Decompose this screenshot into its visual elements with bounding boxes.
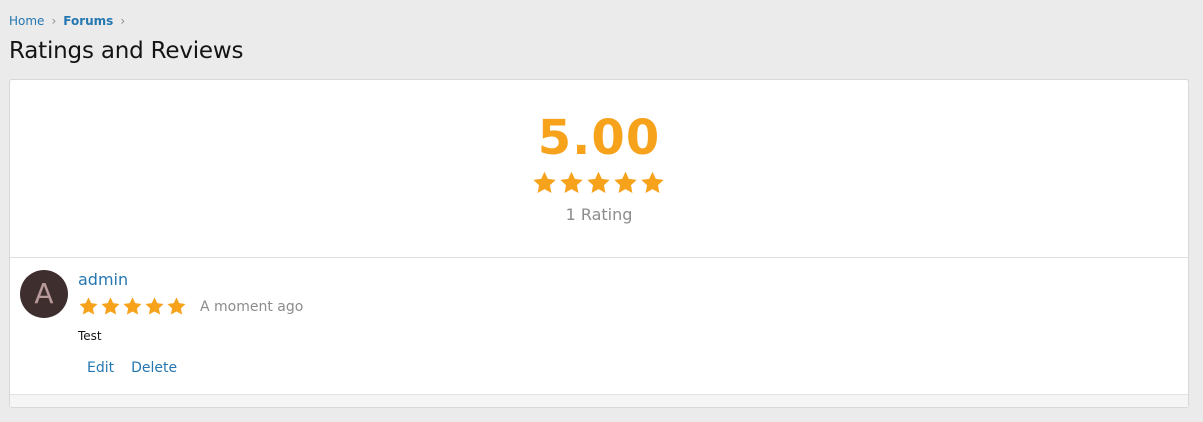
chevron-right-icon: › [51, 14, 57, 28]
star-icon [586, 170, 612, 196]
star-icon [559, 170, 585, 196]
review-item: A admin A moment ago Test Edit Delete [10, 258, 1188, 395]
star-icon [613, 170, 639, 196]
avatar[interactable]: A [20, 270, 68, 318]
average-rating: 5.00 [537, 110, 661, 166]
star-icon [532, 170, 558, 196]
star-icon [166, 296, 187, 317]
star-icon [78, 296, 99, 317]
block-footer [10, 394, 1188, 407]
edit-link[interactable]: Edit [87, 360, 114, 376]
review-username[interactable]: admin [78, 270, 128, 289]
review-text: Test [78, 329, 102, 343]
chevron-right-icon: › [120, 14, 126, 28]
star-icon [640, 170, 666, 196]
rating-count: 1 Rating [565, 205, 633, 224]
review-actions: Edit Delete [87, 360, 194, 376]
breadcrumb-home[interactable]: Home [9, 14, 44, 28]
review-star-rating [78, 296, 188, 317]
breadcrumb-forums[interactable]: Forums [63, 14, 113, 28]
summary-star-rating [532, 170, 667, 196]
delete-link[interactable]: Delete [131, 360, 177, 376]
page-title: Ratings and Reviews [9, 38, 244, 64]
breadcrumb: Home › Forums › [9, 13, 132, 29]
review-meta: A moment ago [78, 296, 303, 317]
ratings-block: 5.00 1 Rating A admin A moment ago Test … [9, 79, 1189, 408]
review-timestamp: A moment ago [200, 298, 304, 315]
star-icon [122, 296, 143, 317]
star-icon [100, 296, 121, 317]
page: Home › Forums › Ratings and Reviews 5.00… [0, 0, 1203, 422]
star-icon [144, 296, 165, 317]
rating-summary: 5.00 1 Rating [10, 80, 1188, 258]
